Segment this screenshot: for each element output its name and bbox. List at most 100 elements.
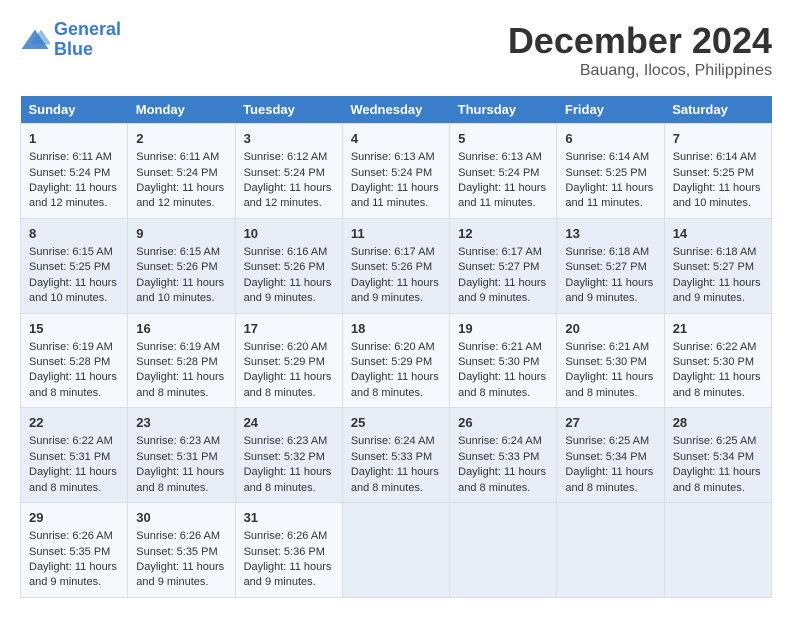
day-info: Sunrise: 6:20 AM [351, 340, 441, 355]
day-info: and 8 minutes. [565, 386, 655, 401]
day-info: Sunrise: 6:16 AM [244, 245, 334, 260]
calendar-day-cell: 31Sunrise: 6:26 AMSunset: 5:36 PMDayligh… [235, 503, 342, 598]
day-info: and 8 minutes. [136, 386, 226, 401]
calendar-day-cell: 13Sunrise: 6:18 AMSunset: 5:27 PMDayligh… [557, 218, 664, 313]
day-info: and 10 minutes. [136, 291, 226, 306]
day-info: Sunrise: 6:18 AM [673, 245, 763, 260]
weekday-header: Sunday [21, 96, 128, 124]
day-info: Daylight: 11 hours [136, 370, 226, 385]
day-info: Daylight: 11 hours [673, 370, 763, 385]
day-info: Sunrise: 6:19 AM [29, 340, 119, 355]
day-info: Sunset: 5:24 PM [136, 166, 226, 181]
calendar-day-cell: 18Sunrise: 6:20 AMSunset: 5:29 PMDayligh… [342, 313, 449, 408]
day-number: 5 [458, 130, 548, 148]
day-info: and 9 minutes. [29, 575, 119, 590]
day-info: and 8 minutes. [458, 481, 548, 496]
day-info: and 10 minutes. [673, 196, 763, 211]
day-info: Daylight: 11 hours [458, 276, 548, 291]
calendar-body: 1Sunrise: 6:11 AMSunset: 5:24 PMDaylight… [21, 124, 772, 598]
day-info: Sunset: 5:27 PM [458, 260, 548, 275]
day-info: Sunrise: 6:19 AM [136, 340, 226, 355]
day-info: Sunrise: 6:24 AM [458, 434, 548, 449]
day-info: and 8 minutes. [565, 481, 655, 496]
day-number: 8 [29, 225, 119, 243]
day-info: Sunset: 5:24 PM [244, 166, 334, 181]
calendar-day-cell: 1Sunrise: 6:11 AMSunset: 5:24 PMDaylight… [21, 124, 128, 219]
day-info: and 12 minutes. [244, 196, 334, 211]
day-info: Sunrise: 6:14 AM [673, 150, 763, 165]
day-info: Sunset: 5:30 PM [458, 355, 548, 370]
day-info: and 8 minutes. [244, 386, 334, 401]
day-number: 23 [136, 414, 226, 432]
calendar-day-cell: 10Sunrise: 6:16 AMSunset: 5:26 PMDayligh… [235, 218, 342, 313]
day-info: Daylight: 11 hours [244, 465, 334, 480]
day-info: and 10 minutes. [29, 291, 119, 306]
day-info: Sunset: 5:28 PM [136, 355, 226, 370]
day-info: and 8 minutes. [351, 386, 441, 401]
day-info: Daylight: 11 hours [458, 465, 548, 480]
day-info: and 8 minutes. [673, 481, 763, 496]
day-info: Sunset: 5:26 PM [244, 260, 334, 275]
day-number: 6 [565, 130, 655, 148]
day-info: Sunset: 5:25 PM [565, 166, 655, 181]
day-info: Sunset: 5:30 PM [565, 355, 655, 370]
calendar-day-cell: 11Sunrise: 6:17 AMSunset: 5:26 PMDayligh… [342, 218, 449, 313]
day-info: Daylight: 11 hours [565, 465, 655, 480]
day-info: Sunrise: 6:21 AM [565, 340, 655, 355]
calendar-day-cell: 28Sunrise: 6:25 AMSunset: 5:34 PMDayligh… [664, 408, 771, 503]
day-info: and 8 minutes. [136, 481, 226, 496]
calendar-day-cell: 21Sunrise: 6:22 AMSunset: 5:30 PMDayligh… [664, 313, 771, 408]
calendar-day-cell: 27Sunrise: 6:25 AMSunset: 5:34 PMDayligh… [557, 408, 664, 503]
calendar-week-row: 1Sunrise: 6:11 AMSunset: 5:24 PMDaylight… [21, 124, 772, 219]
weekday-header: Monday [128, 96, 235, 124]
calendar-day-cell: 5Sunrise: 6:13 AMSunset: 5:24 PMDaylight… [450, 124, 557, 219]
day-info: and 11 minutes. [565, 196, 655, 211]
day-info: and 9 minutes. [673, 291, 763, 306]
day-number: 19 [458, 320, 548, 338]
day-info: Sunrise: 6:11 AM [29, 150, 119, 165]
calendar-week-row: 22Sunrise: 6:22 AMSunset: 5:31 PMDayligh… [21, 408, 772, 503]
day-info: and 9 minutes. [351, 291, 441, 306]
day-info: Daylight: 11 hours [136, 465, 226, 480]
calendar-day-cell: 23Sunrise: 6:23 AMSunset: 5:31 PMDayligh… [128, 408, 235, 503]
day-info: and 9 minutes. [244, 575, 334, 590]
calendar-day-cell: 3Sunrise: 6:12 AMSunset: 5:24 PMDaylight… [235, 124, 342, 219]
day-info: Sunrise: 6:24 AM [351, 434, 441, 449]
day-info: Daylight: 11 hours [29, 181, 119, 196]
calendar-day-cell: 25Sunrise: 6:24 AMSunset: 5:33 PMDayligh… [342, 408, 449, 503]
day-number: 18 [351, 320, 441, 338]
day-info: and 9 minutes. [458, 291, 548, 306]
day-info: and 12 minutes. [136, 196, 226, 211]
day-info: Daylight: 11 hours [29, 465, 119, 480]
calendar-day-cell: 29Sunrise: 6:26 AMSunset: 5:35 PMDayligh… [21, 503, 128, 598]
day-info: Daylight: 11 hours [565, 181, 655, 196]
day-info: and 12 minutes. [29, 196, 119, 211]
day-number: 22 [29, 414, 119, 432]
day-number: 28 [673, 414, 763, 432]
day-number: 9 [136, 225, 226, 243]
day-number: 13 [565, 225, 655, 243]
calendar-day-cell [342, 503, 449, 598]
calendar-day-cell: 19Sunrise: 6:21 AMSunset: 5:30 PMDayligh… [450, 313, 557, 408]
weekday-header: Tuesday [235, 96, 342, 124]
day-info: Sunset: 5:35 PM [29, 545, 119, 560]
calendar-table: SundayMondayTuesdayWednesdayThursdayFrid… [20, 96, 772, 598]
day-info: Daylight: 11 hours [29, 276, 119, 291]
day-info: Sunset: 5:29 PM [244, 355, 334, 370]
calendar-day-cell: 2Sunrise: 6:11 AMSunset: 5:24 PMDaylight… [128, 124, 235, 219]
day-info: Sunset: 5:25 PM [29, 260, 119, 275]
day-info: Sunrise: 6:26 AM [244, 529, 334, 544]
calendar-day-cell [557, 503, 664, 598]
day-info: Daylight: 11 hours [29, 560, 119, 575]
day-info: Daylight: 11 hours [351, 181, 441, 196]
day-info: Daylight: 11 hours [136, 181, 226, 196]
calendar-day-cell: 26Sunrise: 6:24 AMSunset: 5:33 PMDayligh… [450, 408, 557, 503]
day-info: Sunrise: 6:22 AM [673, 340, 763, 355]
day-number: 3 [244, 130, 334, 148]
day-info: Sunrise: 6:21 AM [458, 340, 548, 355]
day-info: Sunset: 5:31 PM [136, 450, 226, 465]
day-number: 7 [673, 130, 763, 148]
day-info: Sunset: 5:36 PM [244, 545, 334, 560]
day-info: Sunset: 5:24 PM [29, 166, 119, 181]
day-info: Sunrise: 6:11 AM [136, 150, 226, 165]
